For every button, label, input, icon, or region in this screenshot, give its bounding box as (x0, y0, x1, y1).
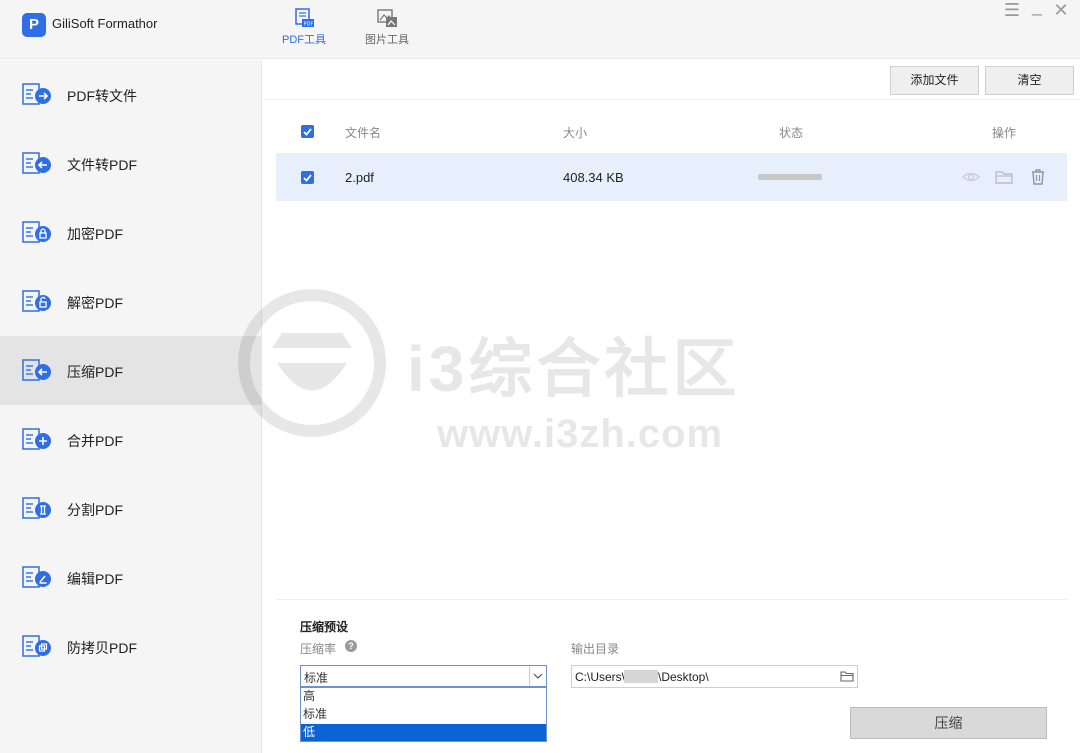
sidebar-item-label: 编辑PDF (67, 571, 123, 587)
pdf-tool-icon: PDF (295, 8, 314, 28)
settings-divider (276, 599, 1067, 600)
clear-button[interactable]: 清空 (985, 66, 1074, 95)
main-panel: 添加文件 清空 文件名 大小 状态 操作 2.pdf 408.34 KB 压缩预… (263, 60, 1080, 753)
sidebar-item-label: 压缩PDF (67, 364, 123, 380)
sidebar: PDF转文件 文件转PDF 加密PDF 解密PDF 压缩PDF 合并PDF 分割… (0, 60, 262, 753)
preview-eye-icon[interactable] (961, 167, 981, 187)
tab-pdf-tools[interactable]: PDF PDF工具 (274, 8, 334, 47)
column-header-actions: 操作 (992, 126, 1017, 140)
close-icon[interactable]: ✕ (1050, 0, 1072, 21)
help-icon[interactable]: ? (345, 640, 357, 652)
file-size: 408.34 KB (563, 170, 624, 185)
tab-image-tools-label: 图片工具 (365, 34, 409, 46)
compression-rate-dropdown: 高 标准 低 (300, 687, 547, 742)
image-tool-icon (377, 9, 397, 27)
tab-pdf-tools-label: PDF工具 (282, 34, 326, 46)
compression-rate-select[interactable]: 标准 (300, 665, 547, 687)
encrypt-pdf-icon (22, 221, 51, 243)
sidebar-item-label: 防拷贝PDF (67, 640, 137, 656)
compression-preset-title: 压缩预设 (300, 620, 349, 634)
compression-rate-value: 标准 (304, 671, 329, 685)
menu-icon[interactable]: ☰ (1001, 0, 1023, 21)
split-pdf-icon (22, 497, 51, 519)
compression-rate-label: 压缩率 (300, 642, 337, 656)
sidebar-item-copy-protect-pdf[interactable]: 防拷贝PDF (0, 612, 262, 681)
file-to-pdf-icon (22, 152, 51, 174)
sidebar-item-label: 分割PDF (67, 502, 123, 518)
output-path-suffix: \Desktop\ (658, 670, 709, 684)
compress-pdf-icon (22, 359, 51, 381)
output-path-prefix: C:\Users\ (575, 670, 626, 684)
svg-text:PDF: PDF (304, 22, 314, 28)
row-checkbox[interactable] (301, 171, 314, 184)
sidebar-item-label: 解密PDF (67, 295, 123, 311)
sidebar-item-merge-pdf[interactable]: 合并PDF (0, 405, 262, 474)
chevron-down-icon[interactable] (529, 666, 546, 686)
edit-pdf-icon (22, 566, 51, 588)
open-folder-icon[interactable] (994, 167, 1014, 187)
table-row[interactable]: 2.pdf 408.34 KB (276, 153, 1067, 201)
title-bar: P GiliSoft Formathor PDF PDF工具 图片工具 ☰ _ … (0, 0, 1080, 59)
sidebar-item-edit-pdf[interactable]: 编辑PDF (0, 543, 262, 612)
toolbar-divider (263, 99, 1080, 100)
merge-pdf-icon (22, 428, 51, 450)
minimize-icon[interactable]: _ (1026, 0, 1048, 17)
select-all-checkbox[interactable] (301, 125, 314, 138)
output-directory-field[interactable]: C:\Users\ \Desktop\ (571, 665, 858, 688)
decrypt-pdf-icon (22, 290, 51, 312)
browse-folder-icon[interactable] (840, 670, 854, 682)
column-header-name: 文件名 (345, 126, 382, 140)
output-directory-label: 输出目录 (571, 642, 620, 656)
tab-image-tools[interactable]: 图片工具 (357, 8, 417, 47)
sidebar-item-label: PDF转文件 (67, 88, 137, 104)
sidebar-item-encrypt-pdf[interactable]: 加密PDF (0, 198, 262, 267)
dropdown-option-low[interactable]: 低 (301, 724, 546, 741)
copy-protect-pdf-icon (22, 635, 51, 657)
column-header-size: 大小 (563, 126, 588, 140)
column-header-status: 状态 (779, 126, 804, 140)
dropdown-option-standard[interactable]: 标准 (301, 706, 546, 723)
sidebar-item-pdf-to-file[interactable]: PDF转文件 (0, 60, 262, 129)
sidebar-item-label: 文件转PDF (67, 157, 137, 173)
pdf-to-file-icon (22, 83, 51, 105)
sidebar-item-decrypt-pdf[interactable]: 解密PDF (0, 267, 262, 336)
add-file-button[interactable]: 添加文件 (890, 66, 979, 95)
app-title: GiliSoft Formathor (52, 16, 158, 31)
sidebar-item-label: 加密PDF (67, 226, 123, 242)
delete-trash-icon[interactable] (1028, 167, 1048, 187)
redacted-username (624, 670, 658, 683)
sidebar-item-label: 合并PDF (67, 433, 123, 449)
compress-button[interactable]: 压缩 (850, 707, 1047, 739)
sidebar-item-compress-pdf[interactable]: 压缩PDF (0, 336, 262, 405)
status-progress-bar (758, 174, 822, 180)
sidebar-item-split-pdf[interactable]: 分割PDF (0, 474, 262, 543)
sidebar-item-file-to-pdf[interactable]: 文件转PDF (0, 129, 262, 198)
dropdown-option-high[interactable]: 高 (301, 688, 546, 705)
file-name: 2.pdf (345, 170, 374, 185)
app-logo-icon: P (22, 13, 46, 37)
